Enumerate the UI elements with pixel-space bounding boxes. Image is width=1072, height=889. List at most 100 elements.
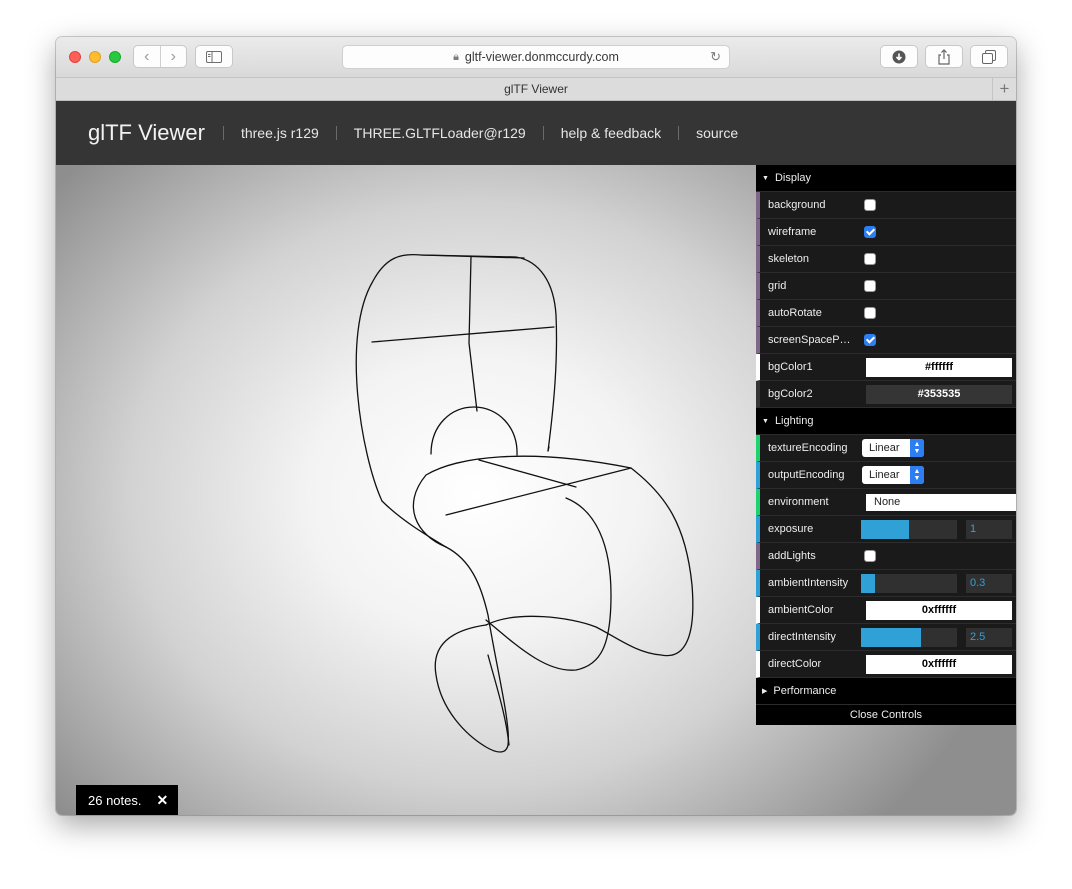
- autorotate-checkbox[interactable]: [864, 307, 876, 319]
- control-label: background: [768, 199, 826, 211]
- caret-down-icon: ▼: [762, 417, 769, 425]
- tabs-icon: [982, 49, 996, 64]
- share-button[interactable]: [925, 45, 963, 68]
- slider-fill: [861, 573, 876, 593]
- folder-lighting[interactable]: ▼ Lighting: [756, 408, 1016, 435]
- notes-count: 26 notes.: [88, 792, 142, 808]
- control-label: autoRotate: [768, 307, 822, 319]
- controls-panel: ▼ Display background wireframe skeleton …: [756, 165, 1016, 725]
- control-textureencoding: textureEncoding Linear ▲ ▼: [756, 435, 1016, 462]
- environment-select[interactable]: None: [866, 493, 1016, 511]
- nav-link-gltfloader[interactable]: THREE.GLTFLoader@r129: [335, 126, 543, 140]
- ambientcolor-swatch[interactable]: 0xffffff: [866, 600, 1012, 620]
- control-directintensity: directIntensity 2.5: [756, 624, 1016, 651]
- control-label: bgColor1: [768, 361, 813, 373]
- select-arrows-icon: ▲ ▼: [910, 466, 924, 484]
- share-icon: [938, 48, 950, 65]
- sidebar-toggle-button[interactable]: [195, 45, 233, 68]
- folder-lighting-title: Lighting: [774, 415, 814, 427]
- control-label: environment: [768, 496, 829, 508]
- close-notes-icon[interactable]: ✕: [157, 792, 169, 809]
- select-value: Linear: [869, 469, 900, 481]
- screenspacepanning-checkbox[interactable]: [864, 334, 876, 346]
- control-ambientintensity: ambientIntensity 0.3: [756, 570, 1016, 597]
- download-icon: [892, 50, 906, 63]
- directintensity-slider[interactable]: [861, 627, 957, 647]
- control-label: exposure: [768, 523, 814, 535]
- control-label: textureEncoding: [768, 442, 848, 454]
- reload-icon[interactable]: ↻: [710, 49, 721, 65]
- close-window-button[interactable]: [69, 51, 81, 63]
- tab-bar: glTF Viewer +: [56, 77, 1016, 101]
- exposure-slider[interactable]: [861, 519, 957, 539]
- sidebar-icon: [206, 50, 222, 63]
- background-checkbox[interactable]: [864, 199, 876, 211]
- ambientintensity-number-input[interactable]: 0.3: [966, 573, 1012, 593]
- folder-performance-title: Performance: [773, 685, 837, 697]
- control-label: directColor: [768, 658, 822, 670]
- slider-fill: [861, 627, 921, 647]
- control-background: background: [756, 192, 1016, 219]
- control-environment: environment None: [756, 489, 1016, 516]
- select-value: Linear: [869, 442, 900, 454]
- control-autorotate: autoRotate: [756, 300, 1016, 327]
- wireframe-checkbox[interactable]: [864, 226, 876, 238]
- downloads-button[interactable]: [880, 45, 918, 68]
- address-bar[interactable]: 🔒︎ gltf-viewer.donmccurdy.com ↻: [342, 45, 730, 69]
- directcolor-swatch[interactable]: 0xffffff: [866, 654, 1012, 674]
- skeleton-checkbox[interactable]: [864, 253, 876, 265]
- site-header: glTF Viewer three.js r129 THREE.GLTFLoad…: [56, 101, 1016, 165]
- control-label: grid: [768, 280, 787, 292]
- folder-performance[interactable]: ▶ Performance: [756, 678, 1016, 705]
- control-bgcolor1: bgColor1 #ffffff: [756, 354, 1016, 381]
- browser-toolbar: ‹ › 🔒︎ gltf-viewer.donmccurdy.com ↻: [56, 37, 1016, 77]
- control-addlights: addLights: [756, 543, 1016, 570]
- tabs-overview-button[interactable]: [970, 45, 1008, 68]
- new-tab-button[interactable]: +: [992, 78, 1016, 100]
- close-controls-button[interactable]: Close Controls: [756, 705, 1016, 725]
- folder-display-title: Display: [774, 172, 812, 184]
- control-wireframe: wireframe: [756, 219, 1016, 246]
- control-label: ambientIntensity: [768, 577, 849, 589]
- url-text: gltf-viewer.donmccurdy.com: [464, 50, 619, 64]
- addlights-checkbox[interactable]: [864, 550, 876, 562]
- control-label: ambientColor: [768, 604, 834, 616]
- notes-toast: 26 notes. ✕: [76, 785, 178, 815]
- 3d-viewport[interactable]: ▼ Display background wireframe skeleton …: [56, 165, 1016, 815]
- nav-link-help[interactable]: help & feedback: [542, 126, 678, 140]
- maximize-window-button[interactable]: [109, 51, 121, 63]
- grid-checkbox[interactable]: [864, 280, 876, 292]
- control-label: wireframe: [768, 226, 817, 238]
- ambientintensity-slider[interactable]: [861, 573, 957, 593]
- minimize-window-button[interactable]: [89, 51, 101, 63]
- bgcolor1-swatch[interactable]: #ffffff: [866, 357, 1012, 377]
- control-label: addLights: [768, 550, 816, 562]
- directintensity-number-input[interactable]: 2.5: [966, 627, 1012, 647]
- control-screenspacepanning: screenSpacePan…: [756, 327, 1016, 354]
- control-outputencoding: outputEncoding Linear ▲ ▼: [756, 462, 1016, 489]
- chair-wireframe-model: [355, 253, 694, 753]
- bgcolor2-swatch[interactable]: #353535: [866, 384, 1012, 404]
- control-label: outputEncoding: [768, 469, 845, 481]
- back-icon[interactable]: ‹: [134, 46, 161, 67]
- control-exposure: exposure 1: [756, 516, 1016, 543]
- slider-fill: [861, 519, 909, 539]
- nav-link-threejs[interactable]: three.js r129: [222, 126, 336, 140]
- control-label: bgColor2: [768, 388, 813, 400]
- forward-icon[interactable]: ›: [161, 46, 187, 67]
- history-nav: ‹ ›: [133, 45, 187, 68]
- brand-title[interactable]: glTF Viewer: [88, 120, 205, 146]
- lock-icon: 🔒︎: [453, 50, 459, 63]
- outputencoding-select[interactable]: Linear ▲ ▼: [862, 466, 924, 484]
- control-label: directIntensity: [768, 631, 836, 643]
- browser-window: ‹ › 🔒︎ gltf-viewer.donmccurdy.com ↻ glTF…: [56, 37, 1016, 815]
- caret-right-icon: ▶: [762, 688, 768, 695]
- folder-display[interactable]: ▼ Display: [756, 165, 1016, 192]
- control-bgcolor2: bgColor2 #353535: [756, 381, 1016, 408]
- nav-link-source[interactable]: source: [678, 126, 755, 140]
- textureencoding-select[interactable]: Linear ▲ ▼: [862, 439, 924, 457]
- caret-down-icon: ▼: [762, 174, 769, 182]
- exposure-number-input[interactable]: 1: [966, 519, 1012, 539]
- control-skeleton: skeleton: [756, 246, 1016, 273]
- tab-title[interactable]: glTF Viewer: [504, 82, 568, 96]
